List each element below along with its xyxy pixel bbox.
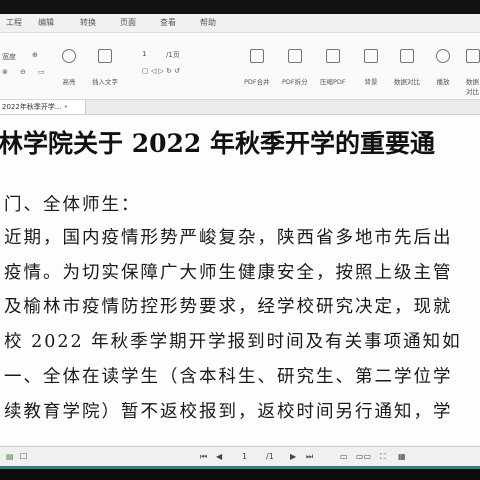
- zoom-in-icon[interactable]: ⊕: [32, 51, 38, 59]
- pdf-split-label: PDF拆分: [282, 78, 308, 86]
- background-label: 背景: [364, 78, 378, 86]
- screen: 工程 编辑 转换 页面 查看 帮助 宽度 ⊕ ⊗ ⊖ ▭ 高亮 插入文字 1 /…: [0, 14, 480, 466]
- first-page-button[interactable]: ⏮: [200, 452, 207, 462]
- document-line: 一、全体在读学生（含本科生、研究生、第二学位学: [4, 367, 453, 387]
- pdf-split-tool[interactable]: PDF拆分: [282, 49, 308, 86]
- sidebar-toggle-icon[interactable]: ▤: [6, 452, 14, 461]
- highlight-label: 高亮: [62, 78, 76, 86]
- document-line: 疫情。为切实保障广大师生健康安全，按照上级主管: [4, 263, 453, 283]
- last-page-button[interactable]: ⏭: [306, 452, 313, 462]
- compare-icon: [400, 49, 414, 63]
- pdf-merge-label: PDF合并: [244, 78, 270, 86]
- compress-icon: [325, 49, 340, 63]
- single-page-icon[interactable]: ▭: [340, 452, 348, 461]
- zoom-label[interactable]: 宽度: [2, 52, 16, 62]
- document-line: 近期，国内疫情形势严峻复杂，陕西省多地市先后出: [4, 228, 453, 248]
- compare-tool[interactable]: 数据对比: [394, 49, 420, 86]
- more-label: 数据对比: [466, 78, 479, 96]
- compress-tool[interactable]: 压缩PDF: [320, 49, 346, 86]
- document-line: 门、全体师生：: [4, 195, 141, 215]
- menu-bar: 工程 编辑 转换 页面 查看 帮助: [0, 14, 480, 33]
- highlight-icon: [62, 49, 76, 63]
- document-line: 及榆林市疫情防控形势要求，经学校研究决定，现就: [4, 297, 453, 317]
- rotate-icon[interactable]: ⊖: [20, 68, 26, 76]
- insert-text-tool[interactable]: 插入文字: [92, 49, 118, 86]
- background-tool[interactable]: 背景: [364, 49, 378, 86]
- compress-label: 压缩PDF: [320, 78, 346, 86]
- menu-convert[interactable]: 转换: [80, 17, 96, 28]
- split-icon: [287, 49, 302, 63]
- more-icon: [466, 49, 480, 63]
- highlight-tool[interactable]: 高亮: [62, 49, 76, 86]
- hand-icon[interactable]: ▭: [38, 68, 45, 76]
- status-bar: ▤ ☐ ⏮ ◀ 1 /1 ▶ ⏭ ▭ ▭▭ ⛶ ▦: [0, 446, 480, 466]
- document-line: 续教育学院）暂不返校报到，返校时间另行通知，学: [4, 402, 453, 422]
- taskbar-accent: [0, 466, 480, 469]
- menu-edit[interactable]: 编辑: [38, 17, 54, 28]
- menu-page[interactable]: 页面: [120, 17, 136, 28]
- document-tab-title: 2022年秋季开学...: [2, 103, 62, 111]
- play-icon: [436, 49, 450, 63]
- unsaved-dot-icon: •: [63, 103, 68, 111]
- menu-view[interactable]: 查看: [160, 17, 176, 28]
- document-tab[interactable]: 2022年秋季开学... •: [0, 100, 86, 114]
- play-tool[interactable]: 播放: [436, 49, 450, 86]
- text-icon: [98, 49, 112, 63]
- background-icon: [364, 49, 378, 63]
- page-total: /1页: [166, 51, 180, 59]
- nav-icons[interactable]: ▢ ◁ ▷ ↻ ↺: [142, 67, 180, 75]
- menu-file[interactable]: 工程: [6, 17, 22, 28]
- more-tool[interactable]: 数据对比: [466, 49, 480, 96]
- prev-page-button[interactable]: ◀: [216, 452, 222, 461]
- status-page-input[interactable]: 1: [242, 452, 247, 461]
- taskbar: [0, 466, 480, 480]
- compare-label: 数据对比: [394, 78, 420, 86]
- merge-icon: [249, 49, 264, 63]
- document-page: 林学院关于 2022 年秋季开学的重要通 门、全体师生： 近期，国内疫情形势严峻…: [0, 115, 480, 445]
- toolbar: 宽度 ⊕ ⊗ ⊖ ▭ 高亮 插入文字 1 /1页 ▢ ◁ ▷ ↻ ↺ PDF合并…: [0, 33, 480, 100]
- next-page-button[interactable]: ▶: [290, 452, 296, 461]
- status-page-total: /1: [266, 452, 274, 461]
- menu-help[interactable]: 帮助: [200, 17, 216, 28]
- tab-bar: 2022年秋季开学... •: [0, 100, 480, 115]
- play-label: 播放: [436, 78, 450, 86]
- pdf-merge-tool[interactable]: PDF合并: [244, 49, 270, 86]
- document-line: 校 2022 年秋季学期开学报到时间及有关事项通知如: [4, 332, 462, 352]
- document-title: 林学院关于 2022 年秋季开学的重要通: [0, 129, 435, 158]
- thumbnail-icon[interactable]: ☐: [20, 452, 27, 461]
- continuous-icon[interactable]: ▦: [398, 452, 406, 461]
- zoom-out-icon[interactable]: ⊗: [2, 68, 8, 76]
- insert-text-label: 插入文字: [92, 78, 118, 86]
- page-input[interactable]: 1: [142, 50, 146, 58]
- two-page-icon[interactable]: ▭▭: [356, 452, 371, 461]
- fit-icon[interactable]: ⛶: [380, 452, 386, 462]
